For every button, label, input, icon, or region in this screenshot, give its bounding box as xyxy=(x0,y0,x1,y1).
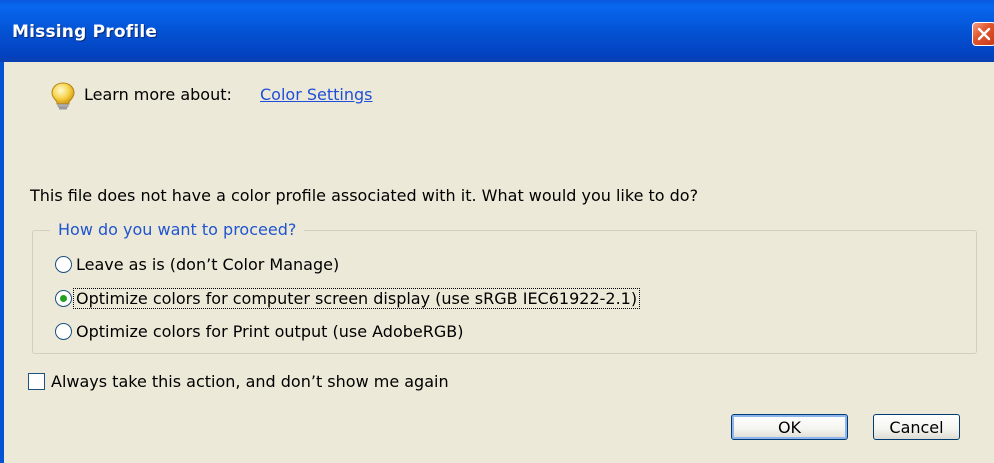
option-label: Optimize colors for computer screen disp… xyxy=(72,287,641,309)
always-label: Always take this action, and don’t show … xyxy=(51,371,449,391)
radio-button[interactable] xyxy=(55,255,72,273)
lightbulb-icon xyxy=(51,82,75,110)
window-left-border xyxy=(0,62,4,463)
title-bar[interactable]: Missing Profile xyxy=(0,0,994,62)
close-icon xyxy=(977,27,991,41)
always-take-action[interactable]: Always take this action, and don’t show … xyxy=(28,370,449,392)
window-title: Missing Profile xyxy=(12,22,158,42)
ok-button[interactable]: OK xyxy=(731,414,848,440)
close-button[interactable] xyxy=(972,22,994,46)
cancel-button[interactable]: Cancel xyxy=(873,414,960,440)
color-settings-link[interactable]: Color Settings xyxy=(260,85,372,104)
option-label: Leave as is (don’t Color Manage) xyxy=(76,254,340,274)
option-optimize-print[interactable]: Optimize colors for Print output (use Ad… xyxy=(55,320,465,342)
radio-button-selected[interactable] xyxy=(55,289,72,307)
option-leave-as-is[interactable]: Leave as is (don’t Color Manage) xyxy=(55,253,341,275)
profile-question: This file does not have a color profile … xyxy=(30,186,699,205)
learn-more-label: Learn more about: xyxy=(84,85,232,104)
always-checkbox[interactable] xyxy=(28,372,45,390)
radio-button[interactable] xyxy=(55,322,72,340)
option-label: Optimize colors for Print output (use Ad… xyxy=(76,321,464,341)
proceed-legend: How do you want to proceed? xyxy=(50,220,305,239)
option-optimize-screen[interactable]: Optimize colors for computer screen disp… xyxy=(55,287,641,309)
